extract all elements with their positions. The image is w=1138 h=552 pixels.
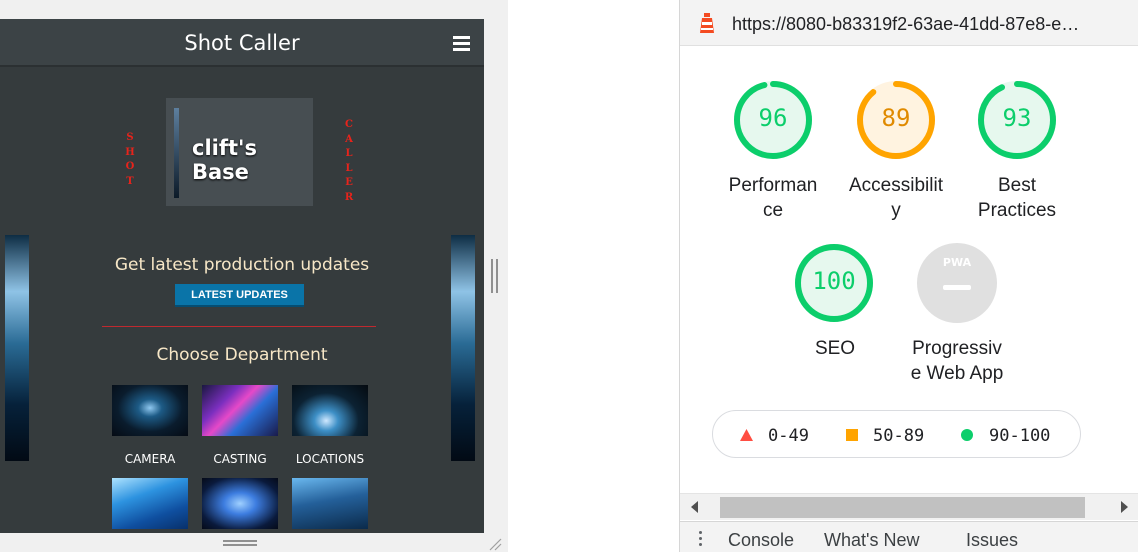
department-label: CAMERA <box>124 452 176 466</box>
best-practices-gauge[interactable]: 93 <box>975 78 1059 162</box>
brand-letter: T <box>126 175 134 187</box>
square-icon <box>846 429 858 441</box>
accessibility-gauge[interactable]: 89 <box>854 78 938 162</box>
latest-updates-button[interactable]: LATEST UPDATES <box>175 284 304 307</box>
seo-score: 100 <box>812 267 856 295</box>
brand-letter: O <box>125 161 135 172</box>
lighthouse-icon <box>700 13 714 33</box>
base-card: clift's Base <box>166 98 313 206</box>
pwa-score: PWA <box>942 256 972 269</box>
screen: Shot Caller S H O T C A L L E R clift's … <box>0 0 1138 552</box>
best-practices-score: 93 <box>1002 104 1032 132</box>
seo-label[interactable]: SEO <box>770 336 900 361</box>
viewport-resize-handle[interactable] <box>491 259 499 293</box>
tab-issues[interactable]: Issues <box>966 530 1018 551</box>
base-card-accent <box>174 108 179 198</box>
legend-fail-marker <box>740 429 753 441</box>
brand-word-caller: C A L L E R <box>343 118 355 205</box>
brand-letter: S <box>126 132 134 143</box>
casting-department-image[interactable] <box>202 385 278 436</box>
brand-word-shot: S H O T <box>124 131 136 189</box>
score-legend: 0-49 50-89 90-100 <box>712 410 1081 458</box>
pwa-gauge[interactable]: PWA <box>915 241 999 325</box>
department-image-4[interactable] <box>112 478 188 529</box>
tab-whats-new[interactable]: What's New <box>824 530 919 551</box>
device-viewport: Shot Caller S H O T C A L L E R clift's … <box>0 19 484 533</box>
brand-letter: C <box>345 119 353 130</box>
base-name: clift's Base <box>192 136 257 184</box>
updates-prompt: Get latest production updates <box>114 255 370 275</box>
accessibility-score: 89 <box>881 104 911 132</box>
pwa-gauge-background <box>917 243 997 323</box>
brand-letter: R <box>344 191 354 203</box>
seo-gauge[interactable]: 100 <box>792 241 876 325</box>
pwa-label[interactable]: Progressiv e Web App <box>892 336 1022 386</box>
best-practices-label[interactable]: Best Practices <box>952 173 1082 223</box>
department-title: Choose Department <box>156 345 328 365</box>
more-options-icon[interactable] <box>699 531 703 547</box>
brand-letter: L <box>345 162 353 174</box>
corner-resize-icon[interactable] <box>488 537 502 551</box>
brand-letter: E <box>345 177 353 188</box>
brand-letter: A <box>345 133 353 145</box>
tab-console[interactable]: Console <box>728 530 794 551</box>
legend-fail-range: 0-49 <box>768 426 809 446</box>
department-label: LOCATIONS <box>295 452 365 466</box>
circle-icon <box>961 429 973 441</box>
performance-score: 96 <box>758 104 788 132</box>
performance-label[interactable]: Performan ce <box>708 173 838 223</box>
report-url: https://8080-b83319f2-63ae-41dd-87e8-e… <box>732 14 1080 34</box>
department-image-6[interactable] <box>292 478 368 529</box>
brand-letter: L <box>345 148 353 159</box>
pwa-gauge-ring <box>917 243 997 323</box>
legend-average-range: 50-89 <box>873 426 925 446</box>
hamburger-menu-icon[interactable] <box>453 36 470 51</box>
pwa-dash-icon <box>943 285 971 290</box>
lighthouse-panel: https://8080-b83319f2-63ae-41dd-87e8-e… … <box>679 0 1138 552</box>
locations-department-image[interactable] <box>292 385 368 436</box>
report-url-bar: https://8080-b83319f2-63ae-41dd-87e8-e… <box>680 0 1138 46</box>
section-divider <box>102 326 376 327</box>
triangle-icon <box>740 429 753 441</box>
legend-pass-range: 90-100 <box>989 426 1051 446</box>
viewport-bottom-resize-handle[interactable] <box>223 540 257 548</box>
scrollbar-thumb[interactable] <box>720 497 1085 518</box>
app-title: Shot Caller <box>184 31 300 55</box>
department-image-5[interactable] <box>202 478 278 529</box>
scroll-left-icon[interactable] <box>691 501 698 513</box>
scroll-right-icon[interactable] <box>1121 501 1128 513</box>
department-label: CASTING <box>213 452 267 466</box>
camera-department-image[interactable] <box>112 385 188 436</box>
app-header: Shot Caller <box>0 19 484 67</box>
performance-gauge[interactable]: 96 <box>731 78 815 162</box>
brand-letter: H <box>125 146 135 158</box>
horizontal-scrollbar[interactable] <box>680 493 1138 520</box>
device-emulation-frame: Shot Caller S H O T C A L L E R clift's … <box>0 0 508 552</box>
accessibility-label[interactable]: Accessibilit y <box>831 173 961 223</box>
devtools-drawer-tabs: Console What's New Issues <box>680 521 1138 552</box>
